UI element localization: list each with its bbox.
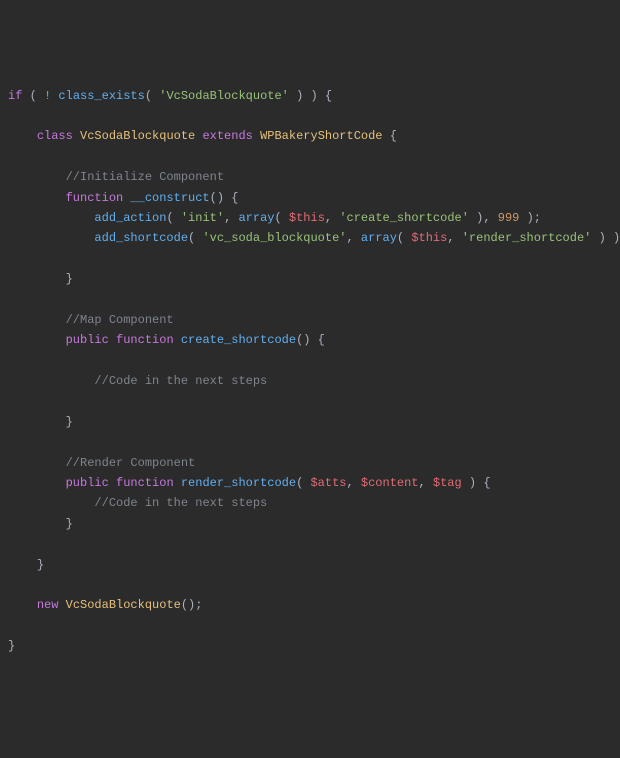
keyword-function: function [66,191,124,205]
var-tag: $tag [433,476,462,490]
punct: , [325,211,339,225]
op-not: ! [44,89,51,103]
fn-construct: __construct [130,191,209,205]
fn-class-exists: class_exists [58,89,144,103]
keyword-public: public [66,333,109,347]
fn-add-action: add_action [94,211,166,225]
var-this: $this [289,211,325,225]
punct: , [346,231,360,245]
fn-render-shortcode: render_shortcode [181,476,296,490]
fn-array: array [238,211,274,225]
class-instant: VcSodaBlockquote [66,598,181,612]
punct: () { [210,191,239,205]
punct: , [419,476,433,490]
keyword-public: public [66,476,109,490]
comment: //Code in the next steps [94,374,267,388]
str-init: 'init' [181,211,224,225]
fn-array: array [361,231,397,245]
keyword-function: function [116,333,174,347]
class-name: VcSodaBlockquote [80,129,195,143]
punct: ( [274,211,288,225]
str-render: 'render_shortcode' [462,231,592,245]
var-content: $content [361,476,419,490]
punct: () { [296,333,325,347]
keyword-function: function [116,476,174,490]
num-999: 999 [498,211,520,225]
punct: ) ) { [296,89,332,103]
punct: } [66,415,73,429]
punct: } [66,272,73,286]
class-parent: WPBakeryShortCode [260,129,382,143]
fn-create-shortcode: create_shortcode [181,333,296,347]
str-vcsoda: 'vc_soda_blockquote' [202,231,346,245]
punct: } [37,558,44,572]
punct: , [224,211,238,225]
punct: ( [397,231,411,245]
punct: { [390,129,397,143]
keyword-if: if [8,89,22,103]
fn-add-shortcode: add_shortcode [94,231,188,245]
comment: //Initialize Component [66,170,224,184]
punct: ( [188,231,202,245]
var-atts: $atts [310,476,346,490]
punct: (); [181,598,203,612]
punct: ( [30,89,44,103]
punct: ) ); [599,231,620,245]
punct: , [346,476,360,490]
str-classname: 'VcSodaBlockquote' [159,89,289,103]
comment: //Map Component [66,313,174,327]
punct: } [8,639,15,653]
punct: } [66,517,73,531]
punct: ( [145,89,159,103]
keyword-new: new [37,598,59,612]
comment: //Render Component [66,456,196,470]
punct: ), [476,211,498,225]
punct: ); [527,211,541,225]
keyword-extends: extends [202,129,252,143]
punct: ) { [469,476,491,490]
str-create: 'create_shortcode' [339,211,469,225]
punct: ( [296,476,310,490]
var-this: $this [411,231,447,245]
punct: , [447,231,461,245]
comment: //Code in the next steps [94,496,267,510]
code-editor[interactable]: if ( ! class_exists( 'VcSodaBlockquote' … [8,86,612,657]
punct: ( [166,211,180,225]
keyword-class: class [37,129,73,143]
